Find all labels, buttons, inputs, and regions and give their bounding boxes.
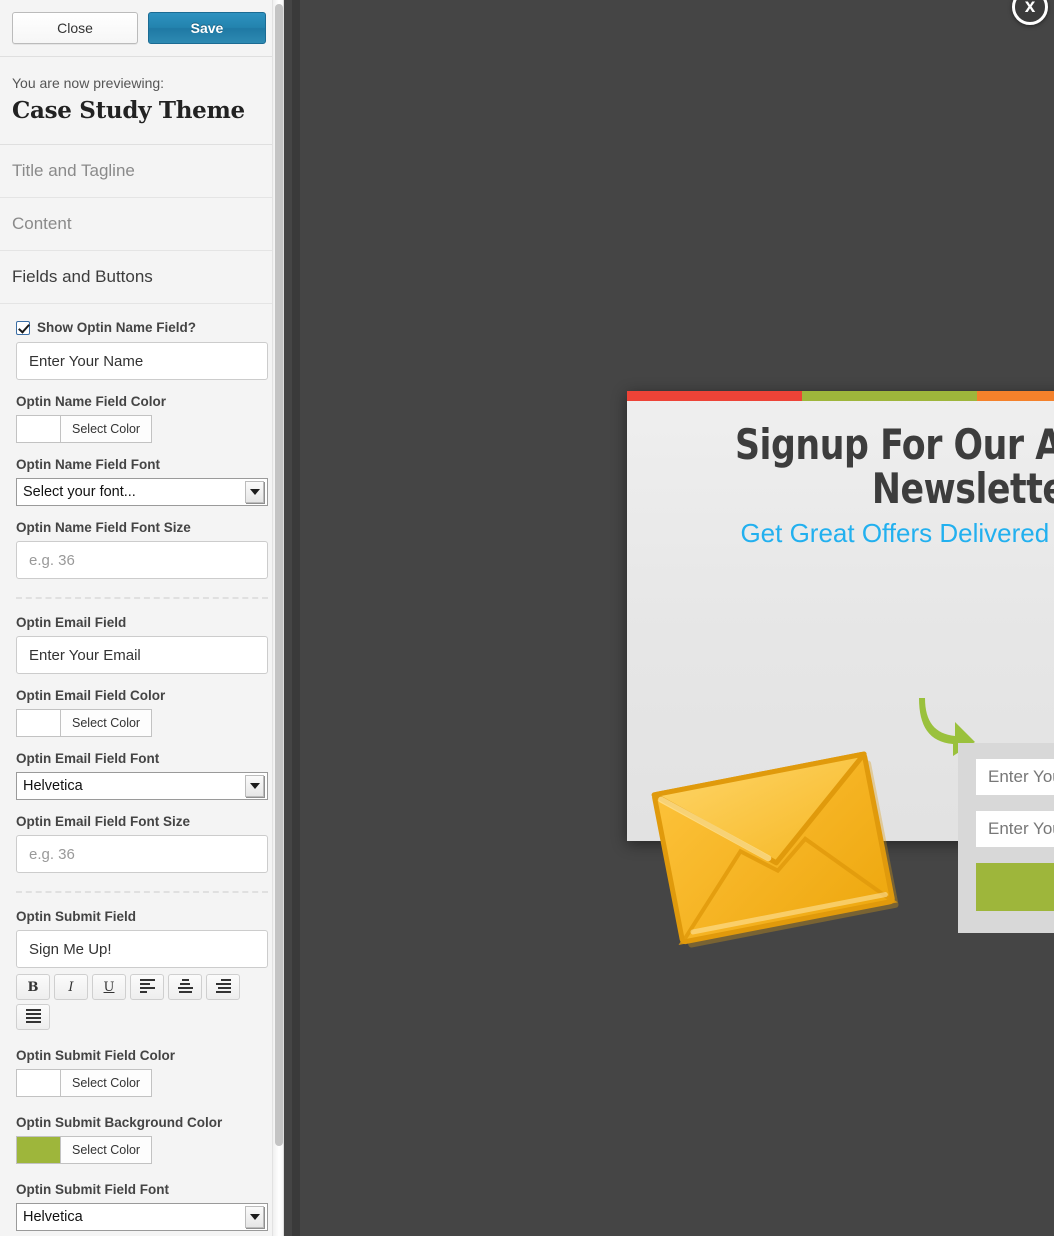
submit-field-font-group: Optin Submit Field Font Helvetica bbox=[16, 1182, 268, 1231]
select-color-button[interactable]: Select Color bbox=[60, 1069, 153, 1097]
select-value: Helvetica bbox=[23, 1209, 83, 1225]
select-color-button[interactable]: Select Color bbox=[60, 415, 153, 443]
submit-bg-color-picker[interactable]: Select Color bbox=[16, 1136, 268, 1164]
email-field-font-label: Optin Email Field Font bbox=[16, 751, 160, 766]
underline-icon[interactable]: U bbox=[92, 974, 126, 1000]
optin-email-field-font-size-input[interactable] bbox=[16, 835, 268, 873]
popup-subtitle: Get Great Offers Delivered To Your Inbox bbox=[740, 518, 1054, 549]
optin-name-field-input[interactable] bbox=[16, 342, 268, 380]
stripe-segment-green bbox=[802, 391, 977, 401]
select-value: Select your font... bbox=[23, 484, 136, 500]
popup-color-stripe bbox=[627, 391, 1054, 401]
sidebar-item-title-and-tagline[interactable]: Title and Tagline bbox=[0, 145, 283, 198]
optin-submit-field-font-select[interactable]: Helvetica bbox=[16, 1203, 268, 1231]
email-field-font-size-label: Optin Email Field Font Size bbox=[16, 814, 191, 829]
popup-name-input[interactable] bbox=[976, 759, 1054, 796]
submit-bg-color-group: Optin Submit Background Color Select Col… bbox=[16, 1115, 268, 1164]
email-field-font-group: Optin Email Field Font Helvetica bbox=[16, 751, 268, 800]
color-swatch-icon[interactable] bbox=[16, 1069, 60, 1097]
close-icon[interactable]: x bbox=[1012, 0, 1048, 25]
align-left-icon[interactable] bbox=[130, 974, 164, 1000]
align-center-icon[interactable] bbox=[168, 974, 202, 1000]
name-field-color-group: Optin Name Field Color Select Color bbox=[16, 394, 268, 443]
popup-header: Signup For Our Awesome Newsletter Get Gr… bbox=[627, 401, 1054, 549]
justify-icon[interactable] bbox=[16, 1004, 50, 1030]
preview-canvas: Signup For Our Awesome Newsletter Get Gr… bbox=[292, 0, 1054, 1236]
submit-field-group: Optin Submit Field B I U bbox=[16, 909, 268, 1030]
select-value: Helvetica bbox=[23, 778, 83, 794]
align-right-icon[interactable] bbox=[206, 974, 240, 1000]
sidebar-item-label: Title and Tagline bbox=[12, 161, 135, 180]
name-field-font-size-label: Optin Name Field Font Size bbox=[16, 520, 191, 535]
optin-submit-field-input[interactable] bbox=[16, 930, 268, 968]
bold-icon[interactable]: B bbox=[16, 974, 50, 1000]
sidebar-toolbar: Close Save bbox=[0, 0, 283, 57]
email-field-group: Optin Email Field bbox=[16, 615, 268, 674]
email-field-color-label: Optin Email Field Color bbox=[16, 688, 166, 703]
show-name-field-row[interactable]: Show Optin Name Field? bbox=[16, 320, 268, 335]
select-color-button[interactable]: Select Color bbox=[60, 1136, 153, 1164]
submit-bg-color-label: Optin Submit Background Color bbox=[16, 1115, 223, 1130]
sidebar-scrollbar[interactable] bbox=[272, 0, 283, 1236]
italic-icon[interactable]: I bbox=[54, 974, 88, 1000]
color-swatch-icon[interactable] bbox=[16, 1136, 60, 1164]
email-field-color-picker[interactable]: Select Color bbox=[16, 709, 268, 737]
name-field-font-label: Optin Name Field Font bbox=[16, 457, 160, 472]
envelope-icon bbox=[651, 751, 899, 948]
preview-notice: You are now previewing: Case Study Theme bbox=[0, 57, 283, 145]
select-color-button[interactable]: Select Color bbox=[60, 709, 153, 737]
checkbox-icon[interactable] bbox=[16, 320, 30, 335]
sidebar-scrollbar-thumb[interactable] bbox=[275, 4, 283, 1146]
name-field-color-picker[interactable]: Select Color bbox=[16, 415, 268, 443]
submit-field-color-group: Optin Submit Field Color Select Color bbox=[16, 1048, 268, 1097]
save-button[interactable]: Save bbox=[148, 12, 266, 44]
email-field-color-group: Optin Email Field Color Select Color bbox=[16, 688, 268, 737]
preview-notice-label: You are now previewing: bbox=[12, 75, 165, 91]
submit-field-font-label: Optin Submit Field Font bbox=[16, 1182, 169, 1197]
popup-body: Sign Me Up! bbox=[627, 549, 1054, 948]
optin-email-field-input[interactable] bbox=[16, 636, 268, 674]
popup-submit-button[interactable]: Sign Me Up! bbox=[976, 863, 1054, 912]
sidebar-item-label: Content bbox=[12, 214, 72, 233]
email-field-label: Optin Email Field bbox=[16, 615, 127, 630]
show-name-field-label: Show Optin Name Field? bbox=[37, 320, 197, 335]
optin-name-field-font-select[interactable]: Select your font... bbox=[16, 478, 268, 506]
chevron-down-icon[interactable] bbox=[245, 775, 264, 797]
submit-field-label: Optin Submit Field bbox=[16, 909, 136, 924]
optin-email-field-font-select[interactable]: Helvetica bbox=[16, 772, 268, 800]
email-field-font-size-group: Optin Email Field Font Size bbox=[16, 814, 268, 873]
section-divider bbox=[16, 891, 268, 893]
sidebar-item-label: Fields and Buttons bbox=[12, 267, 153, 286]
name-field-color-label: Optin Name Field Color bbox=[16, 394, 167, 409]
preview-theme-name: Case Study Theme bbox=[12, 97, 245, 124]
submit-field-color-label: Optin Submit Field Color bbox=[16, 1048, 175, 1063]
fields-and-buttons-panel: Show Optin Name Field? Optin Name Field … bbox=[0, 304, 283, 1236]
color-swatch-icon[interactable] bbox=[16, 709, 60, 737]
popup-optin-form: Sign Me Up! bbox=[958, 743, 1054, 934]
rich-text-toolbar: B I U bbox=[16, 974, 268, 1030]
optin-name-field-font-size-input[interactable] bbox=[16, 541, 268, 579]
popup-email-input[interactable] bbox=[976, 811, 1054, 848]
close-button[interactable]: Close bbox=[12, 12, 138, 44]
popup-title: Signup For Our Awesome Newsletter bbox=[734, 420, 1054, 514]
optin-popup: Signup For Our Awesome Newsletter Get Gr… bbox=[627, 391, 1054, 948]
name-field-font-group: Optin Name Field Font Select your font..… bbox=[16, 457, 268, 506]
name-field-font-size-group: Optin Name Field Font Size bbox=[16, 520, 268, 579]
stripe-segment-red bbox=[627, 391, 802, 401]
sidebar-item-content[interactable]: Content bbox=[0, 198, 283, 251]
customizer-sidebar: Close Save You are now previewing: Case … bbox=[0, 0, 284, 1236]
theme-customizer-screen: Signup For Our Awesome Newsletter Get Gr… bbox=[0, 0, 1054, 1236]
sidebar-item-fields-and-buttons[interactable]: Fields and Buttons bbox=[0, 251, 283, 304]
color-swatch-icon[interactable] bbox=[16, 415, 60, 443]
stripe-segment-orange bbox=[977, 391, 1054, 401]
chevron-down-icon[interactable] bbox=[245, 1206, 264, 1228]
submit-field-color-picker[interactable]: Select Color bbox=[16, 1069, 268, 1097]
chevron-down-icon[interactable] bbox=[245, 481, 264, 503]
show-name-field-group: Show Optin Name Field? bbox=[16, 320, 268, 380]
section-divider bbox=[16, 597, 268, 599]
